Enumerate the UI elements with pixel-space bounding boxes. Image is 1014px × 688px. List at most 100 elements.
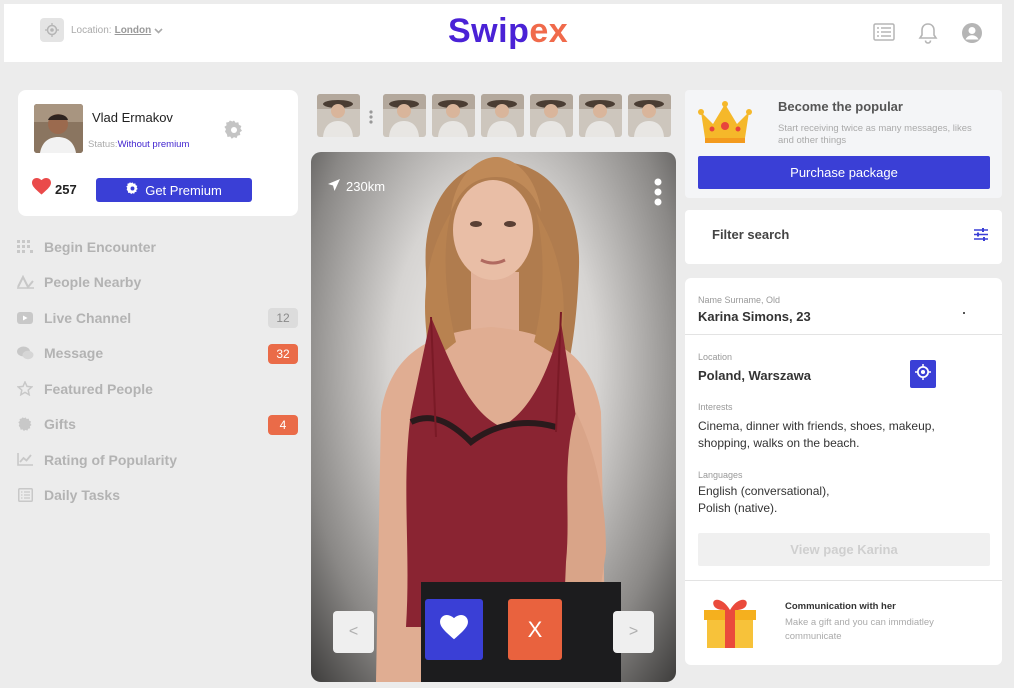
sidebar-item-label: Rating of Popularity <box>44 451 177 468</box>
map-icon <box>16 275 34 290</box>
languages-label: Languages <box>698 470 743 480</box>
skip-button[interactable]: X <box>508 599 562 660</box>
location-selector[interactable]: Location: London <box>40 18 163 42</box>
list-icon[interactable] <box>873 22 895 47</box>
sidebar-item-label: People Nearby <box>44 274 142 291</box>
get-premium-label: Get Premium <box>145 182 222 198</box>
thumbnail-photo[interactable] <box>383 94 426 137</box>
location-field-label: Location <box>698 352 733 362</box>
thumbnail-photo[interactable] <box>628 94 671 137</box>
sidebar-item-daily-tasks[interactable]: Daily Tasks <box>16 478 298 514</box>
status-label: Status: <box>88 139 118 150</box>
sidebar-item-label: Gifts <box>44 416 76 433</box>
gear-icon <box>126 182 139 198</box>
divider <box>685 334 1002 335</box>
thumbnail-photo[interactable] <box>530 94 573 137</box>
like-button[interactable] <box>425 599 483 660</box>
distance-indicator: 230km <box>327 178 385 195</box>
sliders-icon[interactable] <box>974 228 988 246</box>
top-header: Location: London Swipex <box>4 4 1002 62</box>
avatar[interactable] <box>34 104 83 153</box>
filter-search-label: Filter search <box>712 227 790 242</box>
more-vertical-icon[interactable] <box>369 110 373 129</box>
app-logo[interactable]: Swipex <box>448 12 568 51</box>
likes-count: 257 <box>55 181 77 197</box>
locate-button[interactable] <box>910 360 936 388</box>
bell-icon[interactable] <box>918 22 938 49</box>
become-popular-card: Become the popular Start receiving twice… <box>685 90 1002 198</box>
list-icon <box>16 488 34 503</box>
sidebar-item-label: Message <box>44 345 104 362</box>
user-icon[interactable] <box>961 22 983 49</box>
sidebar-item-gifts[interactable]: Gifts 4 <box>16 407 298 443</box>
chevron-down-icon[interactable] <box>154 21 163 39</box>
sidebar-item-people-nearby[interactable]: People Nearby <box>16 265 298 301</box>
next-button[interactable]: > <box>613 611 654 653</box>
interests-label: Interests <box>698 402 733 412</box>
youtube-icon <box>16 311 34 324</box>
likes-counter: 257 <box>32 178 77 200</box>
profile-card: Vlad Ermakov Status:Without premium 257 … <box>18 90 298 216</box>
gift-icon[interactable] <box>703 594 757 655</box>
sidebar-item-label: Daily Tasks <box>44 487 121 504</box>
star-icon <box>16 381 34 397</box>
status-row: Status:Without premium <box>88 139 189 150</box>
sidebar-item-label: Begin Encounter <box>44 238 157 255</box>
sidebar-item-featured-people[interactable]: Featured People <box>16 371 298 407</box>
location-value[interactable]: London <box>115 25 152 36</box>
thumbnail-photo[interactable] <box>432 94 475 137</box>
gear-icon <box>16 417 34 432</box>
name-value: Karina Simons, 23 <box>698 309 811 324</box>
dot-marker <box>963 312 965 314</box>
sidebar-nav: Begin Encounter People Nearby Live Chann… <box>16 229 298 513</box>
location-label: Location: <box>71 24 112 36</box>
languages-line-2: Polish (native). <box>698 501 778 515</box>
heart-icon <box>32 178 51 200</box>
distance-value: 230km <box>346 179 386 194</box>
chart-icon <box>16 453 34 467</box>
location-target-icon <box>40 18 64 42</box>
filter-search-card[interactable]: Filter search <box>685 210 1002 264</box>
thumbnail-photo[interactable] <box>317 94 360 137</box>
status-value[interactable]: Without premium <box>118 139 190 150</box>
divider <box>685 580 1002 581</box>
previous-button[interactable]: < <box>333 611 374 653</box>
location-target-icon <box>915 363 931 385</box>
sidebar-item-message[interactable]: Message 32 <box>16 336 298 372</box>
logo-text-part2: ex <box>529 12 569 50</box>
sidebar-item-begin-encounter[interactable]: Begin Encounter <box>16 229 298 265</box>
chat-icon <box>16 346 34 360</box>
location-field-value: Poland, Warszawa <box>698 368 811 383</box>
app-root: Location: London Swipex Vlad Ermakov Sta… <box>0 0 1014 688</box>
profile-info-card: Name Surname, Old Karina Simons, 23 Loca… <box>685 278 1002 665</box>
heart-icon <box>440 614 468 645</box>
get-premium-button[interactable]: Get Premium <box>96 178 252 202</box>
navigation-arrow-icon <box>327 178 341 195</box>
name-label: Name Surname, Old <box>698 295 781 305</box>
languages-line-1: English (conversational), <box>698 484 830 498</box>
sidebar-item-rating-of-popularity[interactable]: Rating of Popularity <box>16 442 298 478</box>
logo-text-part1: Swip <box>448 12 530 50</box>
thumbnail-photo[interactable] <box>579 94 622 137</box>
popular-title: Become the popular <box>778 99 903 114</box>
profile-photo-card[interactable]: 230km < X > <box>311 152 676 682</box>
message-badge: 32 <box>268 343 298 364</box>
profile-photo <box>376 157 621 682</box>
sidebar-item-label: Live Channel <box>44 309 132 326</box>
gear-icon[interactable] <box>224 120 244 145</box>
grid-icon <box>16 239 34 254</box>
popular-description: Start receiving twice as many messages, … <box>778 123 972 146</box>
crown-icon <box>697 100 753 149</box>
thumbnail-photo[interactable] <box>481 94 524 137</box>
purchase-package-button[interactable]: Purchase package <box>698 156 990 189</box>
view-page-button[interactable]: View page Karina <box>698 533 990 566</box>
more-vertical-icon[interactable] <box>654 178 662 211</box>
gifts-badge: 4 <box>268 414 298 435</box>
sidebar-item-live-channel[interactable]: Live Channel 12 <box>16 300 298 336</box>
communication-text: Make a gift and you can immdiatley commu… <box>785 617 934 642</box>
communication-title: Communication with her <box>785 601 896 612</box>
user-name: Vlad Ermakov <box>92 110 173 125</box>
interests-value: Cinema, dinner with friends, shoes, make… <box>698 419 935 450</box>
live-channel-badge: 12 <box>268 308 298 328</box>
sidebar-item-label: Featured People <box>44 380 153 397</box>
